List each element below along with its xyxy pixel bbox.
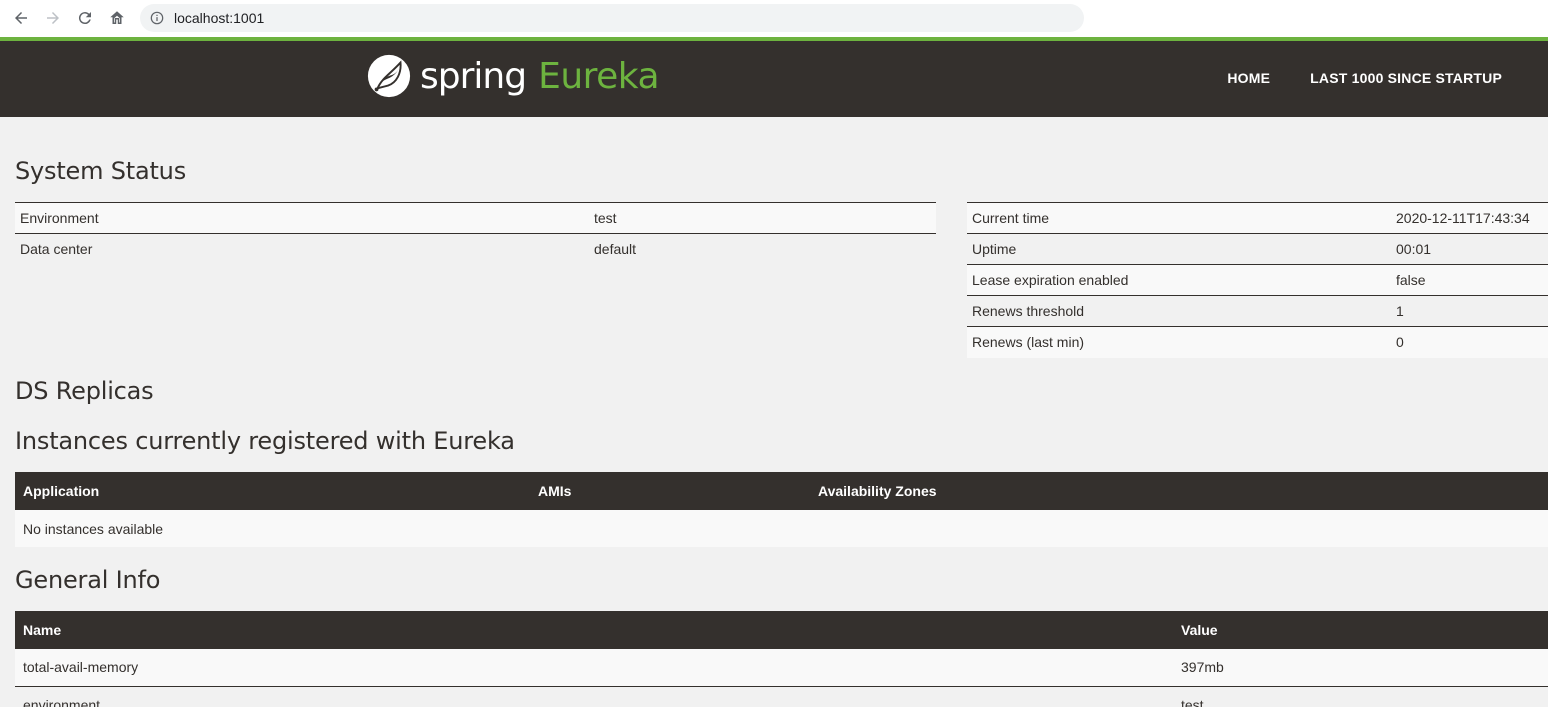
info-name: environment xyxy=(15,685,1173,707)
status-label: Lease expiration enabled xyxy=(967,264,1391,296)
general-info-heading: General Info xyxy=(15,566,161,594)
status-value: 00:01 xyxy=(1391,233,1548,265)
status-value: test xyxy=(589,202,936,234)
status-value: 2020-12-11T17:43:34 xyxy=(1391,202,1548,234)
status-value: 1 xyxy=(1391,295,1548,327)
empty-message: No instances available xyxy=(15,510,1548,547)
nav-last-1000-link[interactable]: LAST 1000 SINCE STARTUP xyxy=(1310,70,1502,86)
browser-toolbar: localhost:1001 xyxy=(0,0,1548,37)
nav-links: HOME LAST 1000 SINCE STARTUP xyxy=(1227,70,1502,86)
status-label: Renews (last min) xyxy=(967,326,1391,358)
table-row: environment test xyxy=(15,685,1548,707)
column-header-name: Name xyxy=(15,611,1173,649)
column-header-application: Application xyxy=(15,472,530,510)
column-header-availability-zones: Availability Zones xyxy=(810,472,1548,510)
table-row: Renews threshold 1 xyxy=(967,295,1548,327)
reload-icon[interactable] xyxy=(73,6,97,30)
system-status-left-table: Environment test Data center default xyxy=(15,202,936,265)
info-icon[interactable] xyxy=(150,11,164,25)
status-value: false xyxy=(1391,264,1548,296)
table-row: Lease expiration enabled false xyxy=(967,264,1548,296)
spring-leaf-icon xyxy=(367,54,411,98)
nav-home-link[interactable]: HOME xyxy=(1227,70,1270,86)
column-header-value: Value xyxy=(1173,611,1548,649)
brand-eureka-text: Eureka xyxy=(538,55,660,97)
ds-replicas-heading: DS Replicas xyxy=(15,377,154,405)
status-label: Renews threshold xyxy=(967,295,1391,327)
instances-table: Application AMIs Availability Zones No i… xyxy=(15,472,1548,547)
info-name: total-avail-memory xyxy=(15,649,1173,686)
navbar: spring Eureka HOME LAST 1000 SINCE START… xyxy=(0,41,1548,117)
home-icon[interactable] xyxy=(105,6,129,30)
table-row: Uptime 00:01 xyxy=(967,233,1548,265)
forward-icon[interactable] xyxy=(41,6,65,30)
status-label: Current time xyxy=(967,202,1391,234)
table-header-row: Name Value xyxy=(15,611,1548,649)
general-info-table: Name Value total-avail-memory 397mb envi… xyxy=(15,611,1548,707)
table-header-row: Application AMIs Availability Zones xyxy=(15,472,1548,510)
brand-logo[interactable]: spring Eureka xyxy=(366,51,660,101)
table-row: Environment test xyxy=(15,202,936,234)
table-row: Data center default xyxy=(15,233,936,265)
status-label: Uptime xyxy=(967,233,1391,265)
table-row: Renews (last min) 0 xyxy=(967,326,1548,358)
system-status-heading: System Status xyxy=(15,157,187,185)
back-icon[interactable] xyxy=(9,6,33,30)
url-text: localhost:1001 xyxy=(174,10,265,26)
status-value: default xyxy=(589,233,936,265)
status-label: Environment xyxy=(15,202,589,234)
brand-spring-text: spring xyxy=(420,55,527,97)
instances-heading: Instances currently registered with Eure… xyxy=(15,427,515,455)
column-header-amis: AMIs xyxy=(530,472,810,510)
info-value: test xyxy=(1173,685,1548,707)
address-bar[interactable]: localhost:1001 xyxy=(140,4,1084,32)
info-value: 397mb xyxy=(1173,649,1548,686)
status-value: 0 xyxy=(1391,326,1548,358)
table-row: total-avail-memory 397mb xyxy=(15,649,1548,686)
table-row: No instances available xyxy=(15,510,1548,547)
table-row: Current time 2020-12-11T17:43:34 xyxy=(967,202,1548,234)
status-label: Data center xyxy=(15,233,589,265)
system-status-right-table: Current time 2020-12-11T17:43:34 Uptime … xyxy=(967,202,1548,358)
